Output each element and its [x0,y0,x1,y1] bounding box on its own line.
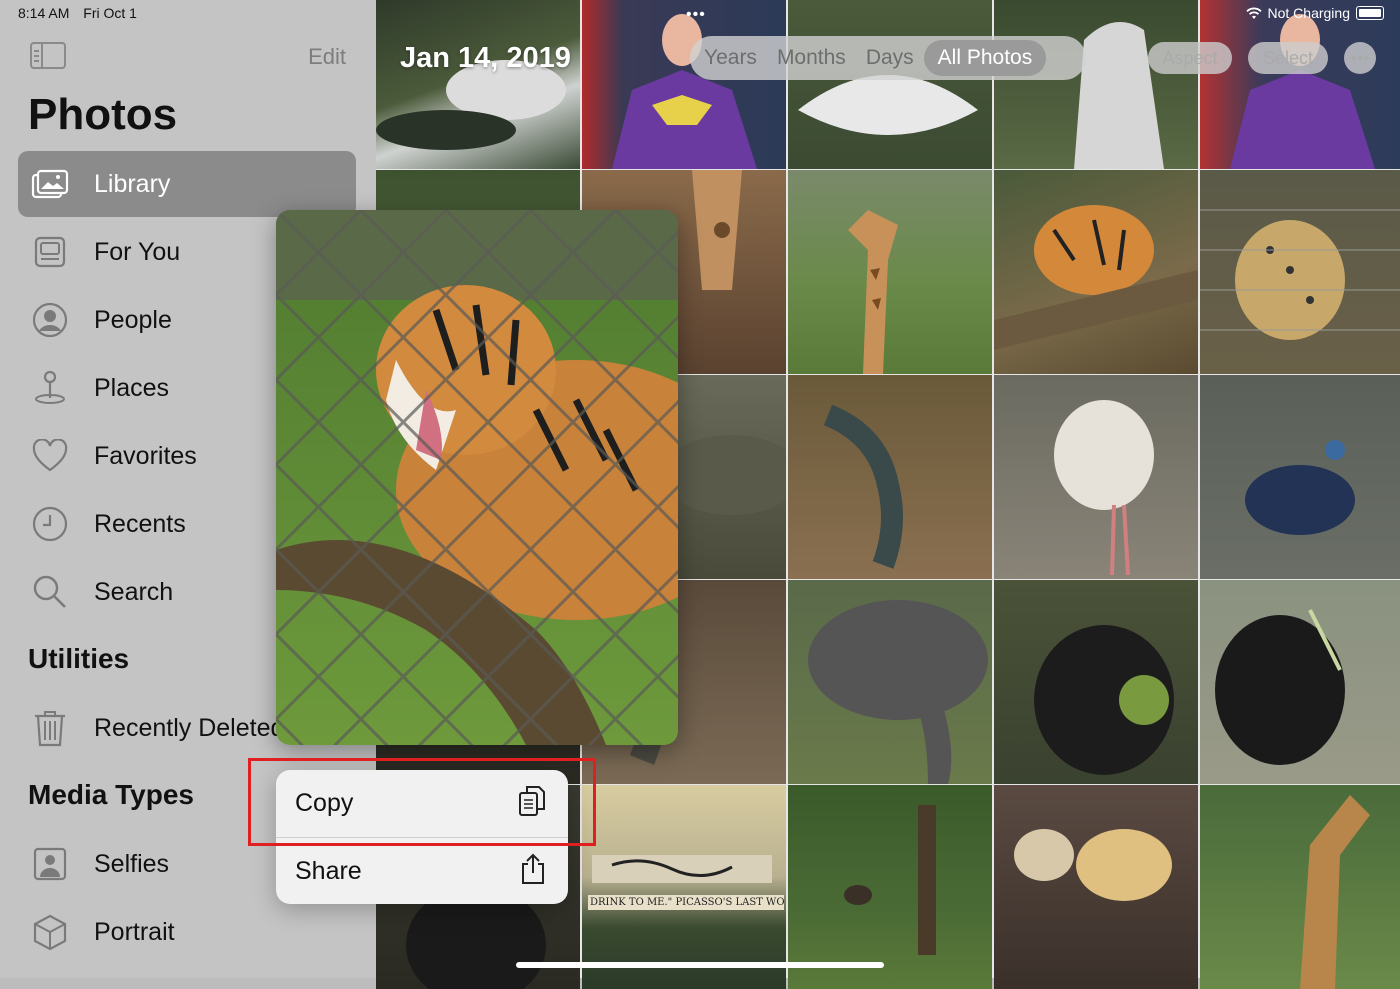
sidebar-item-portrait[interactable]: Portrait [18,899,356,965]
photo-preview[interactable] [276,210,678,745]
utilities-title: Utilities [28,643,130,674]
share-icon [520,853,546,890]
sidebar-item-label: Favorites [94,441,197,470]
photo-thumbnail[interactable] [1200,170,1400,374]
share-label: Share [295,856,362,885]
heart-icon [30,436,70,476]
photo-thumbnail[interactable] [788,170,992,374]
date-label: Jan 14, 2019 [400,42,571,74]
edit-button[interactable]: Edit [308,44,346,70]
ellipsis-icon[interactable]: ••• [686,6,706,24]
status-bar-left: 8:14 AM Fri Oct 1 [18,5,147,21]
photo-thumbnail[interactable] [994,170,1198,374]
person-circle-icon [30,300,70,340]
photo-thumbnail[interactable] [788,580,992,784]
trash-icon [30,708,70,748]
photo-thumbnail[interactable] [994,785,1198,989]
view-segmented-control: Years Months Days All Photos [690,36,1086,80]
sidebar-item-label: Selfies [94,849,170,878]
sidebar-title: Photos [28,90,178,139]
cube-icon [30,912,70,952]
photo-thumbnail[interactable] [788,785,992,989]
select-button[interactable]: Select [1248,42,1328,74]
photo-thumbnail[interactable] [376,0,580,169]
photo-thumbnail[interactable] [788,0,992,169]
segment-all-photos[interactable]: All Photos [923,40,1047,76]
highlight-annotation-box [248,758,596,846]
status-date: Fri Oct 1 [83,5,137,21]
sidebar-item-label: Recently Deleted [94,713,285,742]
segment-days[interactable]: Days [856,40,924,76]
selfie-icon [30,844,70,884]
search-icon [30,572,70,612]
photo-library-icon [30,164,70,204]
photo-thumbnail[interactable] [1200,375,1400,579]
segment-months[interactable]: Months [767,40,856,76]
photo-thumbnail[interactable] [994,375,1198,579]
photo-thumbnail[interactable] [1200,785,1400,989]
photo-thumbnail[interactable] [1200,0,1400,169]
status-time: 8:14 AM [18,5,70,21]
map-pin-icon [30,368,70,408]
sidebar-toggle-icon[interactable] [30,42,66,69]
media-types-title: Media Types [28,779,194,810]
photo-thumbnail[interactable] [582,0,786,169]
photo-thumbnail[interactable]: DRINK TO ME." PICASSO'S LAST WORDS [582,785,786,989]
wifi-icon [1245,7,1262,19]
home-indicator[interactable] [516,962,884,968]
sidebar-item-label: People [94,305,172,334]
photo-thumbnail[interactable] [994,0,1198,169]
sidebar-item-label: Library [94,169,171,198]
sidebar-item-label: Portrait [94,917,175,946]
sidebar-item-label: Search [94,577,174,606]
more-options-button[interactable]: ••• [1344,42,1376,74]
painting-caption: DRINK TO ME." PICASSO'S LAST WORDS [588,895,784,910]
ellipsis-icon: ••• [1350,48,1370,68]
sidebar-item-label: For You [94,237,181,266]
photo-thumbnail[interactable] [994,580,1198,784]
for-you-icon [30,232,70,272]
status-bar-right: Not Charging [1245,5,1384,21]
battery-icon [1356,6,1384,20]
battery-status: Not Charging [1267,5,1351,21]
segment-years[interactable]: Years [694,40,767,76]
sidebar-item-label: Recents [94,509,186,538]
photo-thumbnail[interactable] [788,375,992,579]
sidebar-item-library[interactable]: Library [18,151,356,217]
clock-icon [30,504,70,544]
photo-thumbnail[interactable] [1200,580,1400,784]
sidebar-item-label: Places [94,373,170,402]
aspect-button[interactable]: Aspect [1148,42,1232,74]
share-menu-item[interactable]: Share [276,837,568,904]
